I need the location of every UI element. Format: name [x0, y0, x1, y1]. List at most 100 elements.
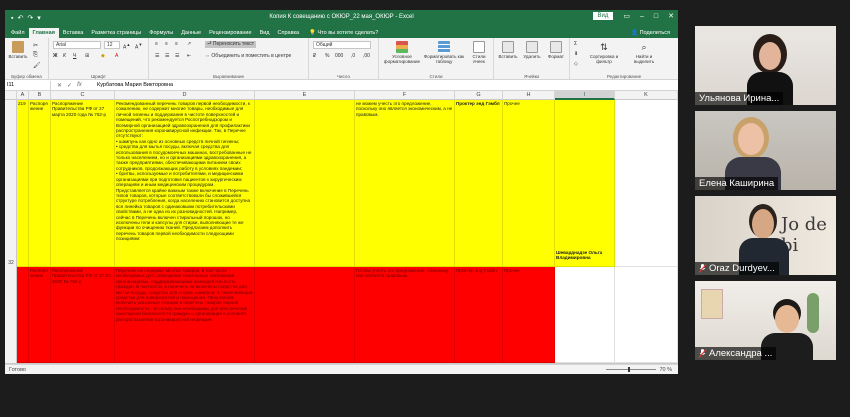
table-cell[interactable]: не можем учесть это предложение, посколь…: [355, 100, 455, 267]
table-cell[interactable]: Проктер энд Гэмбл: [455, 267, 503, 363]
table-cell[interactable]: [17, 267, 29, 363]
table-cell[interactable]: [555, 267, 615, 363]
column-header-h[interactable]: H: [503, 91, 555, 100]
table-cell[interactable]: Прочее: [503, 267, 555, 363]
tab-review[interactable]: Рецензирование: [205, 30, 255, 38]
close-icon[interactable]: ✕: [668, 12, 674, 20]
decrease-decimal-icon[interactable]: ,00: [363, 53, 370, 60]
tab-file[interactable]: Файл: [7, 30, 29, 38]
clear-icon[interactable]: ◇: [574, 61, 578, 68]
comma-icon[interactable]: 000: [335, 53, 343, 60]
indent-icon[interactable]: ⇤: [187, 53, 191, 60]
align-right-icon[interactable]: ☰: [175, 53, 179, 60]
currency-icon[interactable]: ₽: [313, 53, 316, 60]
zoom-slider[interactable]: [606, 367, 656, 372]
table-cell[interactable]: Рекомендованный перечень товаров первой …: [115, 100, 255, 267]
format-as-table-button[interactable]: Форматировать как таблицу: [423, 41, 465, 64]
fill-icon[interactable]: ⬇: [574, 51, 578, 58]
align-bottom-icon[interactable]: ≡: [175, 41, 178, 48]
cancel-icon[interactable]: ✕: [57, 82, 62, 89]
cell-styles-button[interactable]: Стили ячеек: [467, 41, 491, 64]
percent-icon[interactable]: %: [325, 53, 329, 60]
table-cell[interactable]: Перечень не содержит многих товаров, в т…: [115, 267, 255, 363]
table-cell[interactable]: [615, 267, 678, 363]
formula-input[interactable]: Курбатова Мария Викторовна: [91, 82, 173, 88]
table-cell[interactable]: Готовы учесть это предложение, поскольку…: [355, 267, 455, 363]
align-left-icon[interactable]: ☰: [155, 53, 159, 60]
participant-tile[interactable]: Ульянова Ирина...: [695, 26, 836, 105]
table-cell[interactable]: Распоряжение Правительства РФ от 27 03 2…: [51, 267, 115, 363]
increase-decimal-icon[interactable]: ,0: [351, 53, 355, 60]
share-button[interactable]: 👤 Поделиться: [631, 30, 670, 36]
align-middle-icon[interactable]: ≡: [165, 41, 168, 48]
ribbon-options-icon[interactable]: ▭: [623, 12, 630, 20]
font-size-select[interactable]: 12: [104, 41, 120, 49]
table-cell[interactable]: [255, 267, 355, 363]
select-all-corner[interactable]: [5, 91, 17, 100]
format-painter-icon[interactable]: 🖌: [33, 62, 41, 69]
column-header-f[interactable]: F: [355, 91, 455, 100]
insert-function-icon[interactable]: fx: [77, 82, 82, 89]
tab-view[interactable]: Вид: [256, 30, 274, 38]
participant-tile[interactable]: Jo de bi Oraz Durdyev...: [695, 196, 836, 275]
cut-icon[interactable]: ✂: [33, 42, 40, 49]
column-header-i[interactable]: I: [555, 91, 615, 100]
borders-icon[interactable]: ⊞: [85, 53, 89, 60]
merge-center-button[interactable]: ⇔ Объединить и поместить в центре: [205, 53, 291, 60]
tab-formulas[interactable]: Формулы: [145, 30, 177, 38]
participant-tile[interactable]: Елена Каширина: [695, 111, 836, 190]
table-cell[interactable]: Распоря жение: [29, 100, 51, 267]
enter-icon[interactable]: ✓: [67, 82, 72, 89]
conditional-formatting-button[interactable]: Условное форматирование: [383, 41, 421, 64]
tab-help[interactable]: Справка: [274, 30, 304, 38]
column-header-d[interactable]: D: [115, 91, 255, 100]
column-header-k[interactable]: K: [615, 91, 678, 100]
table-cell[interactable]: Распоряжение Правительства РФ от 27 март…: [51, 100, 115, 267]
view-button[interactable]: Вид: [592, 12, 614, 20]
find-select-button[interactable]: ⌕ Найти и выделить: [626, 41, 662, 64]
column-header-a[interactable]: A: [17, 91, 29, 100]
tab-insert[interactable]: Вставка: [59, 30, 87, 38]
orientation-icon[interactable]: ↗: [187, 41, 191, 48]
row-header-32[interactable]: 32: [5, 100, 17, 267]
wrap-text-button[interactable]: ⮐ Переносить текст: [205, 41, 257, 48]
italic-button[interactable]: К: [63, 53, 66, 60]
maximize-icon[interactable]: □: [654, 13, 658, 20]
tab-home[interactable]: Главная: [28, 28, 59, 38]
paste-button[interactable]: Вставить: [7, 41, 29, 59]
increase-font-icon[interactable]: A▲: [123, 41, 130, 52]
delete-cells-button[interactable]: Удалить: [520, 41, 544, 59]
table-cell[interactable]: 219: [17, 100, 29, 267]
column-header-c[interactable]: C: [51, 91, 115, 100]
column-header-g[interactable]: G: [455, 91, 503, 100]
font-name-select[interactable]: Arial: [53, 41, 101, 49]
tab-page-layout[interactable]: Разметка страницы: [87, 30, 145, 38]
underline-button[interactable]: Ч: [73, 53, 76, 60]
zoom-level[interactable]: 70 %: [659, 365, 672, 375]
font-color-icon[interactable]: A: [115, 53, 118, 60]
worksheet-grid[interactable]: A B C D E F G H I K 32 219 Распоря жение…: [5, 91, 678, 363]
participant-tile[interactable]: Александра ...: [695, 281, 836, 360]
row-header-33[interactable]: [5, 267, 17, 363]
align-top-icon[interactable]: ≡: [155, 41, 158, 48]
tell-me-search[interactable]: 💡 Что вы хотите сделать?: [309, 30, 378, 38]
minimize-icon[interactable]: –: [640, 13, 644, 20]
decrease-font-icon[interactable]: A▼: [135, 41, 142, 52]
column-header-b[interactable]: B: [29, 91, 51, 100]
table-cell[interactable]: Проктер энд Гэмбл: [455, 100, 503, 267]
column-header-e[interactable]: E: [255, 91, 355, 100]
sort-filter-button[interactable]: ⇅ Сортировка и фильтр: [584, 41, 624, 64]
table-cell[interactable]: [255, 100, 355, 267]
copy-icon[interactable]: ⎘: [33, 52, 40, 58]
insert-cells-button[interactable]: Вставить: [496, 41, 520, 59]
bold-button[interactable]: Ж: [53, 53, 58, 60]
table-cell[interactable]: [615, 100, 678, 267]
format-cells-button[interactable]: Формат: [544, 41, 568, 59]
fill-color-icon[interactable]: ◆: [101, 53, 105, 60]
autosum-icon[interactable]: Σ: [574, 41, 577, 48]
name-box[interactable]: I11: [5, 80, 51, 90]
number-format-select[interactable]: Общий: [313, 41, 371, 49]
table-cell[interactable]: Прочее: [503, 100, 555, 267]
tab-data[interactable]: Данные: [177, 30, 205, 38]
table-cell[interactable]: Распоря жение: [29, 267, 51, 363]
